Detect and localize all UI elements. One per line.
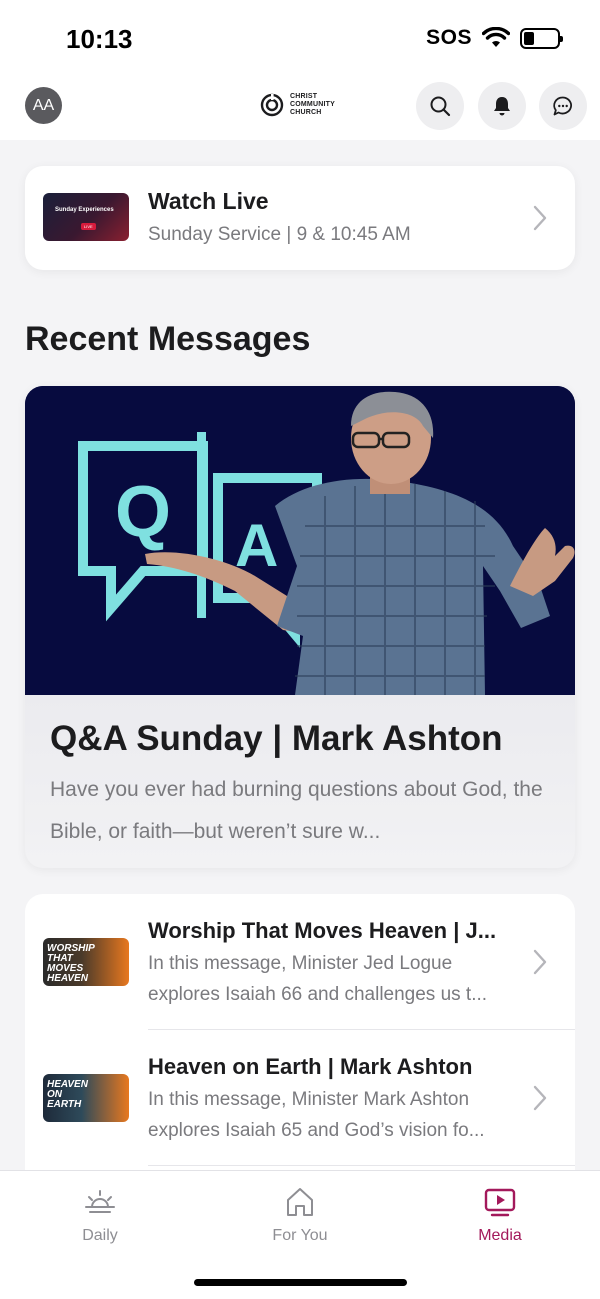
search-button[interactable] — [416, 82, 464, 130]
list-item[interactable]: HEAVEN ON EARTH Heaven on Earth | Mark A… — [25, 1030, 575, 1166]
tab-for-you[interactable]: For You — [240, 1185, 360, 1245]
featured-message-body: Q&A Sunday | Mark Ashton Have you ever h… — [25, 695, 575, 868]
tab-bar: Daily For You Media — [0, 1170, 600, 1299]
message-description: In this message, Minister Mark Ashton ex… — [148, 1089, 485, 1141]
live-badge: LIVE — [81, 223, 96, 230]
app-header: AA CHRIST COMMUNITY CHURCH — [0, 80, 600, 140]
notifications-button[interactable] — [478, 82, 526, 130]
church-logo-text: CHRIST COMMUNITY CHURCH — [290, 93, 335, 116]
a-letter: A — [235, 512, 278, 579]
featured-message-image: Q A — [25, 386, 575, 695]
featured-message-card[interactable]: Q A Q&A Sunday | Mark Ashton Have you ev… — [25, 386, 575, 868]
tab-media[interactable]: Media — [440, 1185, 560, 1245]
chat-icon — [553, 96, 572, 116]
message-thumbnail-text: HEAVEN ON EARTH — [47, 1079, 88, 1110]
battery-level — [524, 31, 534, 45]
status-bar: 10:13 SOS — [0, 0, 600, 80]
watch-live-thumbnail: Sunday Experiences LIVE — [43, 193, 129, 241]
watch-live-title: Watch Live — [148, 188, 269, 214]
list-item[interactable]: WORSHIP THAT MOVES HEAVEN Worship That M… — [25, 894, 575, 1030]
section-title: Recent Messages — [25, 320, 311, 358]
bell-icon — [494, 97, 510, 116]
status-icons: SOS — [426, 26, 563, 50]
watch-live-card[interactable]: Sunday Experiences LIVE Watch Live Sunda… — [25, 166, 575, 270]
avatar[interactable]: AA — [25, 87, 62, 124]
message-thumbnail-text: WORSHIP THAT MOVES HEAVEN — [47, 943, 95, 984]
message-title: Heaven on Earth | Mark Ashton — [148, 1054, 473, 1079]
message-list: WORSHIP THAT MOVES HEAVEN Worship That M… — [25, 894, 575, 1184]
play-icon — [484, 1188, 516, 1217]
home-icon — [287, 1188, 313, 1216]
message-thumbnail: HEAVEN ON EARTH — [43, 1074, 129, 1122]
tab-label: Media — [478, 1227, 522, 1244]
divider — [148, 1165, 575, 1166]
wifi-icon — [482, 27, 510, 47]
status-time: 10:13 — [66, 24, 133, 54]
church-logo: CHRIST COMMUNITY CHURCH — [260, 93, 335, 117]
tab-label: For You — [272, 1227, 328, 1244]
sunrise-icon — [85, 1190, 115, 1213]
chevron-right-icon — [533, 205, 547, 231]
search-icon — [430, 96, 451, 117]
message-description: In this message, Minister Jed Logue expl… — [148, 953, 488, 1005]
watch-live-subtitle: Sunday Service | 9 & 10:45 AM — [148, 224, 411, 245]
home-indicator — [194, 1279, 407, 1286]
watch-live-thumbnail-text: Sunday Experiences — [55, 207, 114, 213]
tab-label: Daily — [82, 1227, 118, 1244]
chevron-right-icon — [533, 1085, 547, 1111]
sos-indicator: SOS — [426, 26, 472, 49]
featured-message-title: Q&A Sunday | Mark Ashton — [50, 719, 503, 758]
q-letter: Q — [115, 472, 171, 552]
chevron-right-icon — [533, 949, 547, 975]
church-logo-icon — [260, 93, 284, 117]
tab-daily[interactable]: Daily — [40, 1185, 160, 1245]
messages-button[interactable] — [539, 82, 587, 130]
message-thumbnail: WORSHIP THAT MOVES HEAVEN — [43, 938, 129, 986]
message-title: Worship That Moves Heaven | J... — [148, 918, 497, 943]
featured-message-description: Have you ever had burning questions abou… — [50, 778, 543, 843]
battery-icon — [520, 27, 563, 49]
